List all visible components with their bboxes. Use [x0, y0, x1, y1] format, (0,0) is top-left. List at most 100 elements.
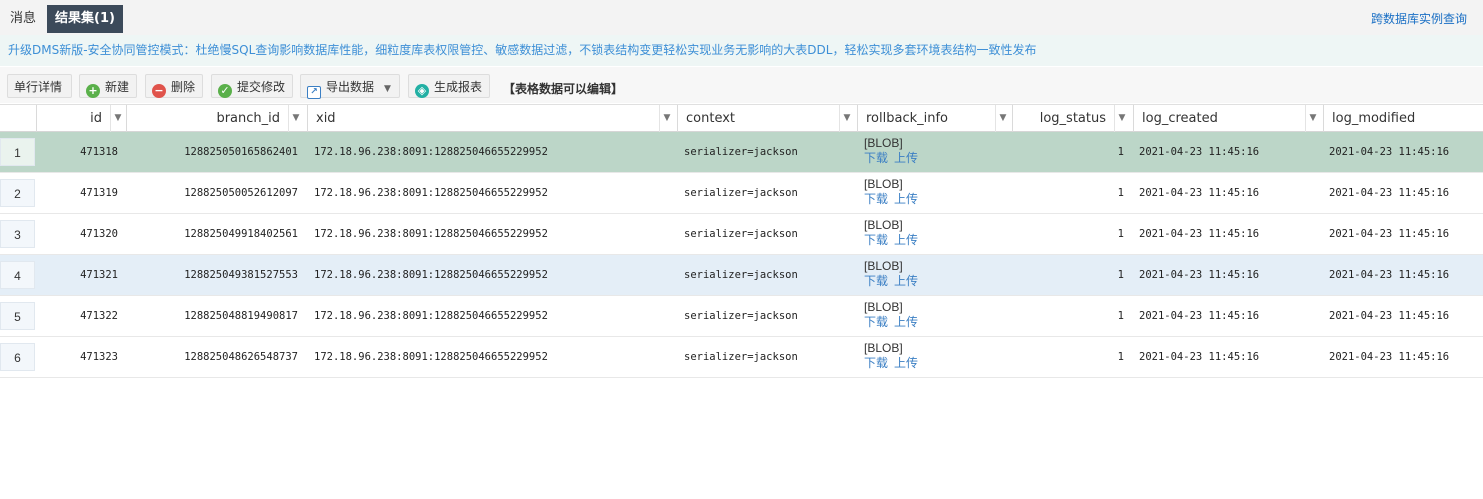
cell-rollback-info[interactable]: [BLOB] 下载 上传 — [864, 300, 924, 330]
upload-link[interactable]: 上传 — [894, 192, 918, 206]
download-link[interactable]: 下载 — [864, 192, 888, 206]
cell-log-modified[interactable]: 2021-04-23 11:45:16 — [1329, 337, 1449, 377]
column-menu-icon[interactable]: ▼ — [1305, 105, 1320, 132]
column-header-xid[interactable]: xid — [307, 105, 659, 132]
cell-id[interactable]: 471321 — [36, 255, 118, 295]
cell-log-status[interactable]: 1 — [1012, 296, 1124, 336]
cell-log-modified[interactable]: 2021-04-23 11:45:16 — [1329, 296, 1449, 336]
cross-db-query-link[interactable]: 跨数据库实例查询 — [1371, 10, 1467, 27]
upload-link[interactable]: 上传 — [894, 151, 918, 165]
cell-xid[interactable]: 172.18.96.238:8091:128825046655229952 — [314, 255, 548, 295]
table-row[interactable]: 5 471322 128825048819490817 172.18.96.23… — [0, 296, 1483, 337]
cell-context[interactable]: serializer=jackson — [684, 214, 798, 254]
column-menu-icon[interactable]: ▼ — [659, 105, 674, 132]
cell-xid[interactable]: 172.18.96.238:8091:128825046655229952 — [314, 173, 548, 213]
cell-log-status[interactable]: 1 — [1012, 173, 1124, 213]
upload-link[interactable]: 上传 — [894, 315, 918, 329]
cell-id[interactable]: 471320 — [36, 214, 118, 254]
cell-log-modified[interactable]: 2021-04-23 11:45:16 — [1329, 132, 1449, 172]
cell-xid[interactable]: 172.18.96.238:8091:128825046655229952 — [314, 296, 548, 336]
upload-link[interactable]: 上传 — [894, 233, 918, 247]
delete-button[interactable]: − 删除 — [145, 74, 203, 98]
table-row[interactable]: 3 471320 128825049918402561 172.18.96.23… — [0, 214, 1483, 255]
cell-id[interactable]: 471318 — [36, 132, 118, 172]
cell-rollback-info[interactable]: [BLOB] 下载 上传 — [864, 177, 924, 207]
column-header-log-modified[interactable]: log_modified — [1323, 105, 1483, 132]
cell-id[interactable]: 471322 — [36, 296, 118, 336]
cell-log-modified[interactable]: 2021-04-23 11:45:16 — [1329, 255, 1449, 295]
table-row[interactable]: 2 471319 128825050052612097 172.18.96.23… — [0, 173, 1483, 214]
column-header-rollback-info[interactable]: rollback_info — [857, 105, 995, 132]
row-number[interactable]: 4 — [0, 261, 35, 289]
cell-log-created[interactable]: 2021-04-23 11:45:16 — [1139, 214, 1259, 254]
cell-context[interactable]: serializer=jackson — [684, 173, 798, 213]
cell-log-created[interactable]: 2021-04-23 11:45:16 — [1139, 132, 1259, 172]
row-number[interactable]: 6 — [0, 343, 35, 371]
cell-log-modified[interactable]: 2021-04-23 11:45:16 — [1329, 214, 1449, 254]
cell-log-modified[interactable]: 2021-04-23 11:45:16 — [1329, 173, 1449, 213]
download-link[interactable]: 下载 — [864, 233, 888, 247]
row-number[interactable]: 2 — [0, 179, 35, 207]
cell-log-status[interactable]: 1 — [1012, 132, 1124, 172]
column-header-id[interactable]: id — [36, 105, 110, 132]
column-menu-icon[interactable]: ▼ — [1114, 105, 1129, 132]
row-number[interactable]: 1 — [0, 138, 35, 166]
upgrade-banner[interactable]: 升级DMS新版-安全协同管控模式：杜绝慢SQL查询影响数据库性能，细粒度库表权限… — [0, 35, 1483, 66]
chevron-down-icon[interactable]: ▼ — [384, 77, 391, 101]
cell-context[interactable]: serializer=jackson — [684, 337, 798, 377]
export-data-button[interactable]: ↗ 导出数据 ▼ — [300, 74, 400, 101]
cell-xid[interactable]: 172.18.96.238:8091:128825046655229952 — [314, 337, 548, 377]
row-detail-button[interactable]: 单行详情 — [7, 74, 72, 98]
column-header-branch-id[interactable]: branch_id — [126, 105, 288, 132]
cell-log-created[interactable]: 2021-04-23 11:45:16 — [1139, 173, 1259, 213]
minus-icon: − — [152, 84, 166, 98]
column-header-log-created[interactable]: log_created — [1133, 105, 1305, 132]
upload-link[interactable]: 上传 — [894, 274, 918, 288]
column-menu-icon[interactable]: ▼ — [288, 105, 303, 132]
cell-context[interactable]: serializer=jackson — [684, 132, 798, 172]
cell-log-status[interactable]: 1 — [1012, 255, 1124, 295]
cell-xid[interactable]: 172.18.96.238:8091:128825046655229952 — [314, 214, 548, 254]
download-link[interactable]: 下载 — [864, 315, 888, 329]
new-button[interactable]: + 新建 — [79, 74, 137, 98]
cell-branch-id[interactable]: 128825049381527553 — [126, 255, 298, 295]
column-header-log-status[interactable]: log_status — [1012, 105, 1114, 132]
cell-rollback-info[interactable]: [BLOB] 下载 上传 — [864, 259, 924, 289]
upload-link[interactable]: 上传 — [894, 356, 918, 370]
column-header-context[interactable]: context — [677, 105, 839, 132]
cell-xid[interactable]: 172.18.96.238:8091:128825046655229952 — [314, 132, 548, 172]
cell-log-created[interactable]: 2021-04-23 11:45:16 — [1139, 296, 1259, 336]
download-link[interactable]: 下载 — [864, 151, 888, 165]
cell-log-created[interactable]: 2021-04-23 11:45:16 — [1139, 337, 1259, 377]
cell-branch-id[interactable]: 128825048626548737 — [126, 337, 298, 377]
column-menu-icon[interactable]: ▼ — [995, 105, 1010, 132]
tab-result-set[interactable]: 结果集(1) — [47, 5, 123, 33]
cell-log-status[interactable]: 1 — [1012, 214, 1124, 254]
cell-log-created[interactable]: 2021-04-23 11:45:16 — [1139, 255, 1259, 295]
cell-id[interactable]: 471319 — [36, 173, 118, 213]
cell-branch-id[interactable]: 128825048819490817 — [126, 296, 298, 336]
table-row[interactable]: 4 471321 128825049381527553 172.18.96.23… — [0, 255, 1483, 296]
cell-branch-id[interactable]: 128825050052612097 — [126, 173, 298, 213]
table-row[interactable]: 6 471323 128825048626548737 172.18.96.23… — [0, 337, 1483, 378]
export-label: 导出数据 — [326, 80, 375, 94]
column-menu-icon[interactable]: ▼ — [110, 105, 125, 132]
commit-button[interactable]: ✓ 提交修改 — [211, 74, 293, 98]
download-link[interactable]: 下载 — [864, 356, 888, 370]
cell-branch-id[interactable]: 128825050165862401 — [126, 132, 298, 172]
row-number[interactable]: 3 — [0, 220, 35, 248]
row-number[interactable]: 5 — [0, 302, 35, 330]
generate-report-button[interactable]: ◈ 生成报表 — [408, 74, 490, 98]
cell-context[interactable]: serializer=jackson — [684, 296, 798, 336]
cell-rollback-info[interactable]: [BLOB] 下载 上传 — [864, 218, 924, 248]
column-menu-icon[interactable]: ▼ — [839, 105, 854, 132]
table-row[interactable]: 1 471318 128825050165862401 172.18.96.23… — [0, 132, 1483, 173]
cell-id[interactable]: 471323 — [36, 337, 118, 377]
cell-rollback-info[interactable]: [BLOB] 下载 上传 — [864, 341, 924, 371]
cell-log-status[interactable]: 1 — [1012, 337, 1124, 377]
tab-messages[interactable]: 消息 — [0, 5, 46, 33]
cell-branch-id[interactable]: 128825049918402561 — [126, 214, 298, 254]
cell-context[interactable]: serializer=jackson — [684, 255, 798, 295]
download-link[interactable]: 下载 — [864, 274, 888, 288]
cell-rollback-info[interactable]: [BLOB] 下载 上传 — [864, 136, 924, 166]
